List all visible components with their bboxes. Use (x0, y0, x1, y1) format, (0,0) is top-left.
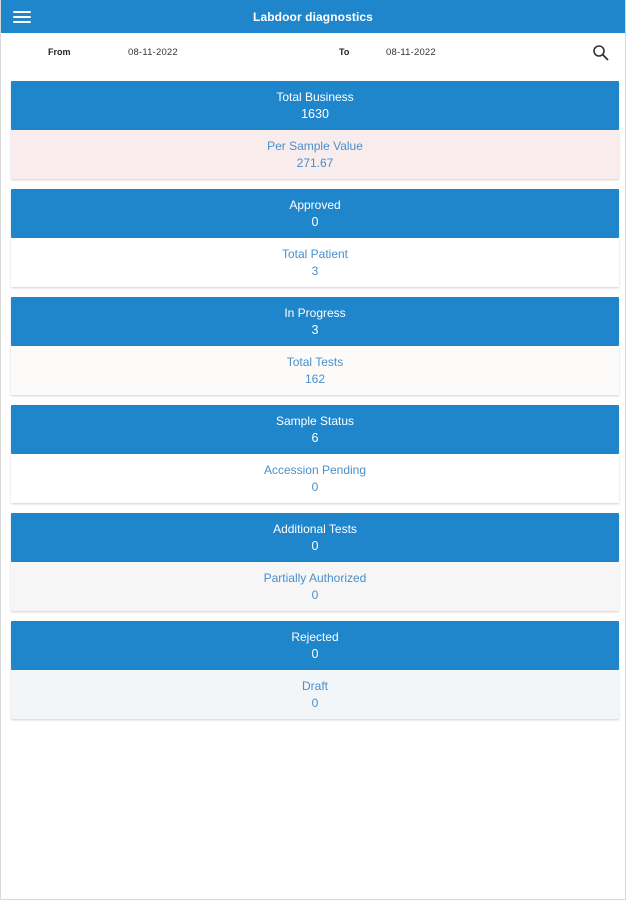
card-title: Per Sample Value (267, 138, 363, 153)
card-title: Draft (301, 678, 328, 693)
card-value: 1630 (301, 106, 329, 121)
draft-card[interactable]: Draft 0 (11, 670, 619, 719)
date-filter-row: From 08-11-2022 To 08-11-2022 (1, 33, 625, 73)
from-label: From (48, 47, 71, 57)
card-title: Approved (289, 197, 341, 212)
card-title: Sample Status (275, 413, 355, 428)
total-tests-card[interactable]: Total Tests 162 (11, 346, 619, 395)
total-business-card[interactable]: Total Business 1630 (11, 81, 619, 130)
app-title: Labdoor diagnostics (253, 9, 373, 24)
card-title: Total Tests (286, 354, 344, 369)
to-date-field[interactable]: 08-11-2022 (386, 47, 436, 58)
to-label: To (339, 47, 350, 57)
card-value: 0 (311, 695, 319, 710)
from-date-field[interactable]: 08-11-2022 (128, 47, 178, 58)
card-title: Total Business (276, 89, 354, 104)
accession-pending-card[interactable]: Accession Pending 0 (11, 454, 619, 503)
card-value: 271.67 (296, 155, 334, 170)
in-progress-card[interactable]: In Progress 3 (11, 297, 619, 346)
card-title: Partially Authorized (263, 570, 367, 585)
card-value: 0 (311, 479, 319, 494)
per-sample-value-card[interactable]: Per Sample Value 271.67 (11, 130, 619, 179)
sample-status-card[interactable]: Sample Status 6 (11, 405, 619, 454)
card-title: Additional Tests (273, 521, 357, 536)
card-value: 6 (311, 430, 319, 445)
approved-card[interactable]: Approved 0 (11, 189, 619, 238)
card-value: 0 (311, 587, 319, 602)
additional-tests-card[interactable]: Additional Tests 0 (11, 513, 619, 562)
card-value: 162 (304, 371, 326, 386)
card-title: In Progress (284, 305, 346, 320)
dashboard-cards: Total Business 1630 Per Sample Value 271… (11, 81, 619, 729)
search-icon[interactable] (592, 44, 610, 62)
partially-authorized-card[interactable]: Partially Authorized 0 (11, 562, 619, 611)
card-title: Total Patient (281, 246, 349, 261)
card-title: Accession Pending (263, 462, 367, 477)
card-title: Rejected (291, 629, 339, 644)
card-value: 0 (311, 646, 319, 661)
total-patient-card[interactable]: Total Patient 3 (11, 238, 619, 287)
app-bar: Labdoor diagnostics (1, 0, 625, 33)
hamburger-menu-icon[interactable] (13, 11, 31, 23)
card-value: 3 (311, 322, 319, 337)
card-value: 0 (311, 538, 319, 553)
rejected-card[interactable]: Rejected 0 (11, 621, 619, 670)
card-value: 3 (311, 263, 319, 278)
card-value: 0 (311, 214, 319, 229)
